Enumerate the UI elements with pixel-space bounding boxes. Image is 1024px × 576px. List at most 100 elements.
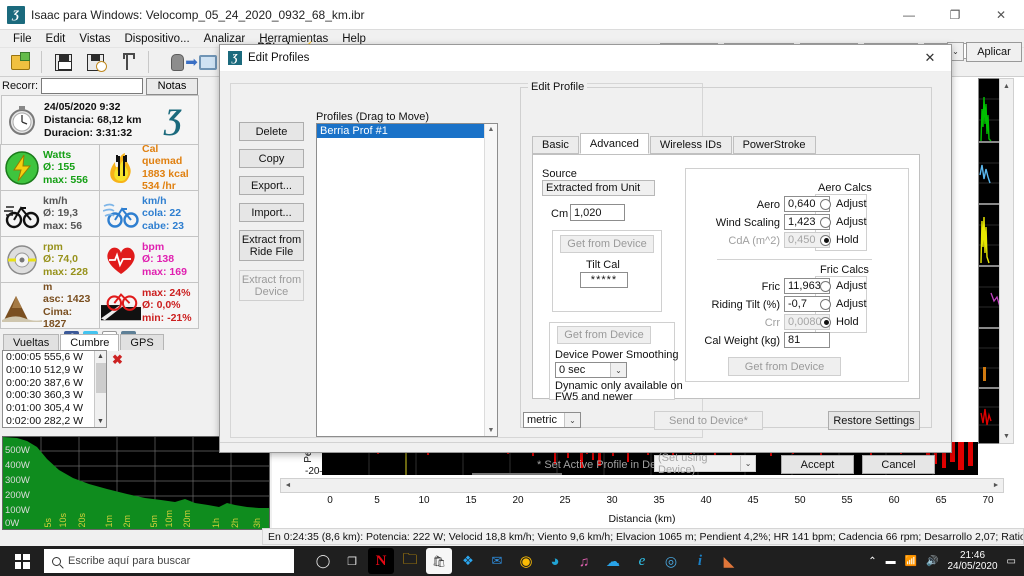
onedrive-icon[interactable]: ☁ — [600, 548, 626, 574]
music-icon[interactable]: ♫ — [571, 548, 597, 574]
xtick-20m: 20m — [182, 510, 192, 528]
notification-icon[interactable]: ▭ — [1007, 556, 1016, 567]
taskbar-search-box[interactable]: Escribe aquí para buscar — [44, 549, 294, 573]
aero-hold-radio[interactable]: Hold — [820, 234, 859, 246]
scroll-up-icon[interactable]: ▲ — [1000, 79, 1013, 93]
cm-input[interactable]: 1,020 — [570, 204, 625, 221]
tab-cumbre[interactable]: Cumbre — [60, 334, 120, 351]
ytick-300w: 300W — [5, 475, 30, 486]
chevron-down-icon[interactable]: ⌄ — [610, 363, 626, 377]
scroll-up-icon[interactable]: ▲ — [95, 351, 106, 362]
delete-button[interactable]: Delete — [239, 122, 304, 141]
cortana-icon[interactable]: ◯ — [310, 548, 336, 574]
maximize-button[interactable]: ❐ — [932, 0, 978, 30]
main-horizontal-scrollbar[interactable]: ◄ ► — [280, 478, 1004, 493]
list-item[interactable]: 0:01:00 305,4 W — [3, 402, 106, 415]
crr-label: Crr — [764, 317, 780, 329]
paint3d-icon[interactable]: ◣ — [716, 548, 742, 574]
list-item[interactable]: 0:02:00 282,2 W — [3, 415, 106, 427]
pen-tick-value: -20 — [305, 466, 320, 477]
list-item[interactable]: 0:00:20 387,6 W — [3, 377, 106, 390]
edge-icon[interactable]: ◕ — [542, 548, 568, 574]
cal-weight-label: Cal Weight (kg) — [704, 335, 780, 347]
store-icon[interactable]: 🛍 — [426, 548, 452, 574]
isaac-icon[interactable]: i — [687, 548, 713, 574]
tab-advanced[interactable]: Advanced — [579, 133, 649, 154]
dialog-close-button[interactable]: ✕ — [909, 45, 951, 72]
scroll-down-icon[interactable]: ▼ — [485, 427, 497, 434]
menu-dispositivo[interactable]: Dispositivo... — [117, 31, 196, 47]
menu-file[interactable]: File — [6, 31, 39, 47]
scroll-left-icon[interactable]: ◄ — [281, 479, 295, 492]
start-button[interactable] — [0, 546, 44, 576]
list-item[interactable]: 0:00:10 512,9 W — [3, 364, 106, 377]
xtick: 35 — [653, 495, 665, 506]
red-x-delete-icon[interactable]: ✖ — [112, 352, 123, 368]
xtick-1h: 1h — [211, 517, 221, 528]
fric-hold-radio[interactable]: Hold — [820, 316, 859, 328]
tab-gps[interactable]: GPS — [120, 334, 164, 350]
usb-button[interactable] — [113, 49, 141, 75]
chrome-icon[interactable]: ◉ — [513, 548, 539, 574]
save-as-button[interactable] — [81, 49, 109, 75]
target-icon[interactable]: ◎ — [658, 548, 684, 574]
close-button[interactable]: ✕ — [978, 0, 1024, 30]
units-select[interactable]: metric ⌄ — [523, 412, 581, 428]
taskbar-clock[interactable]: 21:46 24/05/2020 — [947, 550, 997, 572]
fric-adjust-radio[interactable]: Adjust — [820, 280, 867, 292]
cancel-button[interactable]: Cancel — [862, 455, 935, 474]
peak-power-list[interactable]: 0:00:05 555,6 W 0:00:10 512,9 W 0:00:20 … — [2, 350, 107, 428]
apply-button[interactable]: Aplicar — [966, 42, 1022, 62]
file-explorer-icon[interactable]: 🗀 — [397, 548, 423, 574]
cal-weight-input[interactable]: 81 — [784, 332, 830, 348]
extract-from-ride-file-button[interactable]: Extract from Ride File — [239, 230, 304, 261]
tilt-cal-input[interactable]: ***** — [580, 272, 628, 288]
minimize-button[interactable]: — — [886, 0, 932, 30]
search-placeholder: Escribe aquí para buscar — [68, 555, 191, 567]
ie-icon[interactable]: e — [629, 548, 655, 574]
mail-icon[interactable]: ✉ — [484, 548, 510, 574]
tab-wireless-ids[interactable]: Wireless IDs — [649, 136, 732, 154]
import-button[interactable]: Import... — [239, 203, 304, 222]
metric-cell-cadence: rpm Ø: 74,0 max: 228 — [0, 236, 100, 283]
list-item[interactable]: 0:00:05 555,6 W — [3, 351, 106, 364]
chevron-up-icon[interactable]: ⌃ — [868, 556, 876, 567]
notas-button[interactable]: Notas — [146, 77, 198, 95]
network-icon[interactable]: 📶 — [905, 556, 917, 567]
scroll-down-icon[interactable]: ▼ — [1000, 429, 1013, 443]
list-item-selected[interactable]: Berria Prof #1 — [317, 124, 497, 138]
list-item[interactable]: 0:00:30 360,3 W — [3, 389, 106, 402]
save-button[interactable] — [49, 49, 77, 75]
scroll-up-icon[interactable]: ▲ — [485, 124, 497, 133]
tab-powerstroke[interactable]: PowerStroke — [732, 136, 816, 154]
restore-settings-button[interactable]: Restore Settings — [828, 411, 920, 430]
tab-basic[interactable]: Basic — [532, 136, 579, 154]
copy-button[interactable]: Copy — [239, 149, 304, 168]
riding-tilt-adjust-radio[interactable]: Adjust — [820, 298, 867, 310]
aero-adjust-radio[interactable]: Adjust — [820, 198, 867, 210]
profiles-listbox-scrollbar[interactable]: ▲ ▼ — [484, 124, 497, 436]
open-file-button[interactable] — [6, 49, 34, 75]
device-power-smoothing-select[interactable]: 0 sec ⌄ — [555, 362, 627, 378]
metric-line2: Ø: 19,3 — [43, 207, 79, 220]
main-vertical-scrollbar[interactable]: ▲ ▼ — [999, 78, 1014, 444]
netflix-icon[interactable]: N — [368, 548, 394, 574]
profiles-listbox[interactable]: Berria Prof #1 ▲ ▼ — [316, 123, 498, 437]
accept-button[interactable]: Accept — [781, 455, 854, 474]
task-view-icon[interactable]: ❐ — [339, 548, 365, 574]
battery-icon[interactable]: ▬ — [886, 556, 896, 567]
scroll-right-icon[interactable]: ► — [989, 479, 1003, 492]
recorr-input[interactable] — [41, 78, 143, 94]
wind-scaling-adjust-radio[interactable]: Adjust — [820, 216, 867, 228]
ytick-500w: 500W — [5, 445, 30, 456]
export-button[interactable]: Export... — [239, 176, 304, 195]
volume-icon[interactable]: 🔊 — [926, 556, 938, 567]
scroll-down-icon[interactable]: ▼ — [95, 416, 106, 427]
menu-edit[interactable]: Edit — [39, 31, 73, 47]
dropbox-icon[interactable]: ❖ — [455, 548, 481, 574]
scrollbar-thumb[interactable] — [96, 363, 106, 393]
peak-list-scrollbar[interactable]: ▲ ▼ — [94, 351, 106, 427]
chevron-down-icon[interactable]: ⌄ — [564, 413, 580, 427]
tab-vueltas[interactable]: Vueltas — [3, 334, 60, 350]
menu-vistas[interactable]: Vistas — [72, 31, 117, 47]
